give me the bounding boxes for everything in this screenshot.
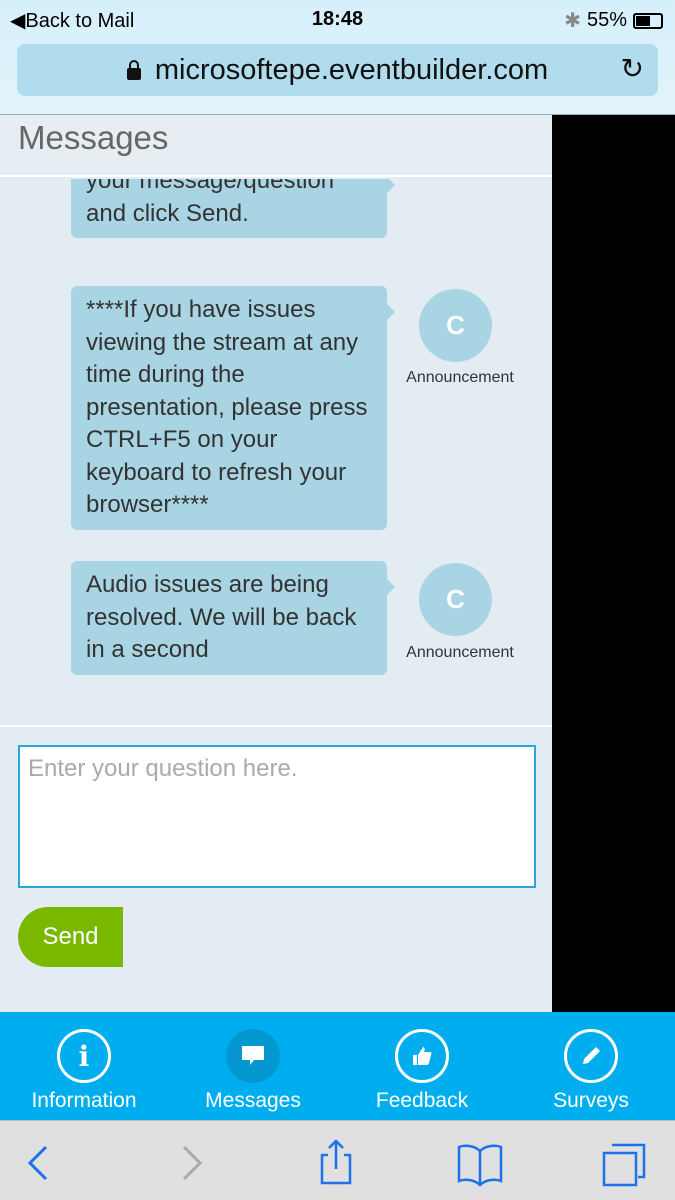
tab-bar: i Information Messages Feedback Surveys [0,1012,675,1120]
avatar: C [419,563,492,636]
browser-toolbar [0,1120,675,1200]
question-input[interactable] [18,745,536,888]
message-author: Announcement [406,369,514,386]
speech-bubble-icon [226,1029,280,1083]
battery-percent: 55% [586,9,627,31]
reload-icon[interactable]: ↻ [621,52,644,85]
avatar: C [419,289,492,362]
tab-messages[interactable]: Messages [169,1012,337,1120]
tab-surveys[interactable]: Surveys [507,1012,675,1120]
messages-panel: Messages your message/question and click… [0,115,552,1012]
bluetooth-icon: ✱ [564,10,581,32]
tab-information[interactable]: i Information [0,1012,168,1120]
battery-status: ✱ 55% [564,8,663,33]
back-icon[interactable] [16,1139,64,1187]
tab-label: Information [31,1089,137,1112]
message-list[interactable]: your message/question and click Send. **… [0,179,552,725]
tabs-icon[interactable] [600,1139,648,1187]
share-icon[interactable] [312,1139,360,1187]
pencil-icon [564,1029,618,1083]
send-button[interactable]: Send [18,907,123,967]
page-title: Messages [0,115,552,177]
message-text: Audio issues are being resolved. We will… [86,571,357,663]
divider [0,725,552,727]
bookmarks-icon[interactable] [456,1139,504,1187]
address-bar[interactable]: microsoftepe.eventbuilder.com ↻ [17,44,658,96]
forward-icon[interactable] [166,1139,214,1187]
message-text: ****If you have issues viewing the strea… [86,296,368,518]
message-bubble: Audio issues are being resolved. We will… [71,561,395,675]
url-text: microsoftepe.eventbuilder.com [154,53,549,86]
tab-label: Messages [205,1089,301,1112]
tab-label: Surveys [553,1089,629,1112]
tab-feedback[interactable]: Feedback [338,1012,506,1120]
message-bubble: your message/question and click Send. [71,179,395,238]
battery-icon [633,12,663,29]
message-author: Announcement [406,644,514,661]
info-icon: i [57,1029,111,1083]
message-bubble: ****If you have issues viewing the strea… [71,286,395,530]
message-text: your message/question and click Send. [86,179,335,227]
status-bar: ◀Back to Mail 18:48 ✱ 55% [0,6,675,34]
thumbs-up-icon [395,1029,449,1083]
browser-header: ◀Back to Mail 18:48 ✱ 55% microsoftepe.ev… [0,0,675,115]
lock-icon [126,60,141,80]
tab-label: Feedback [375,1089,469,1112]
